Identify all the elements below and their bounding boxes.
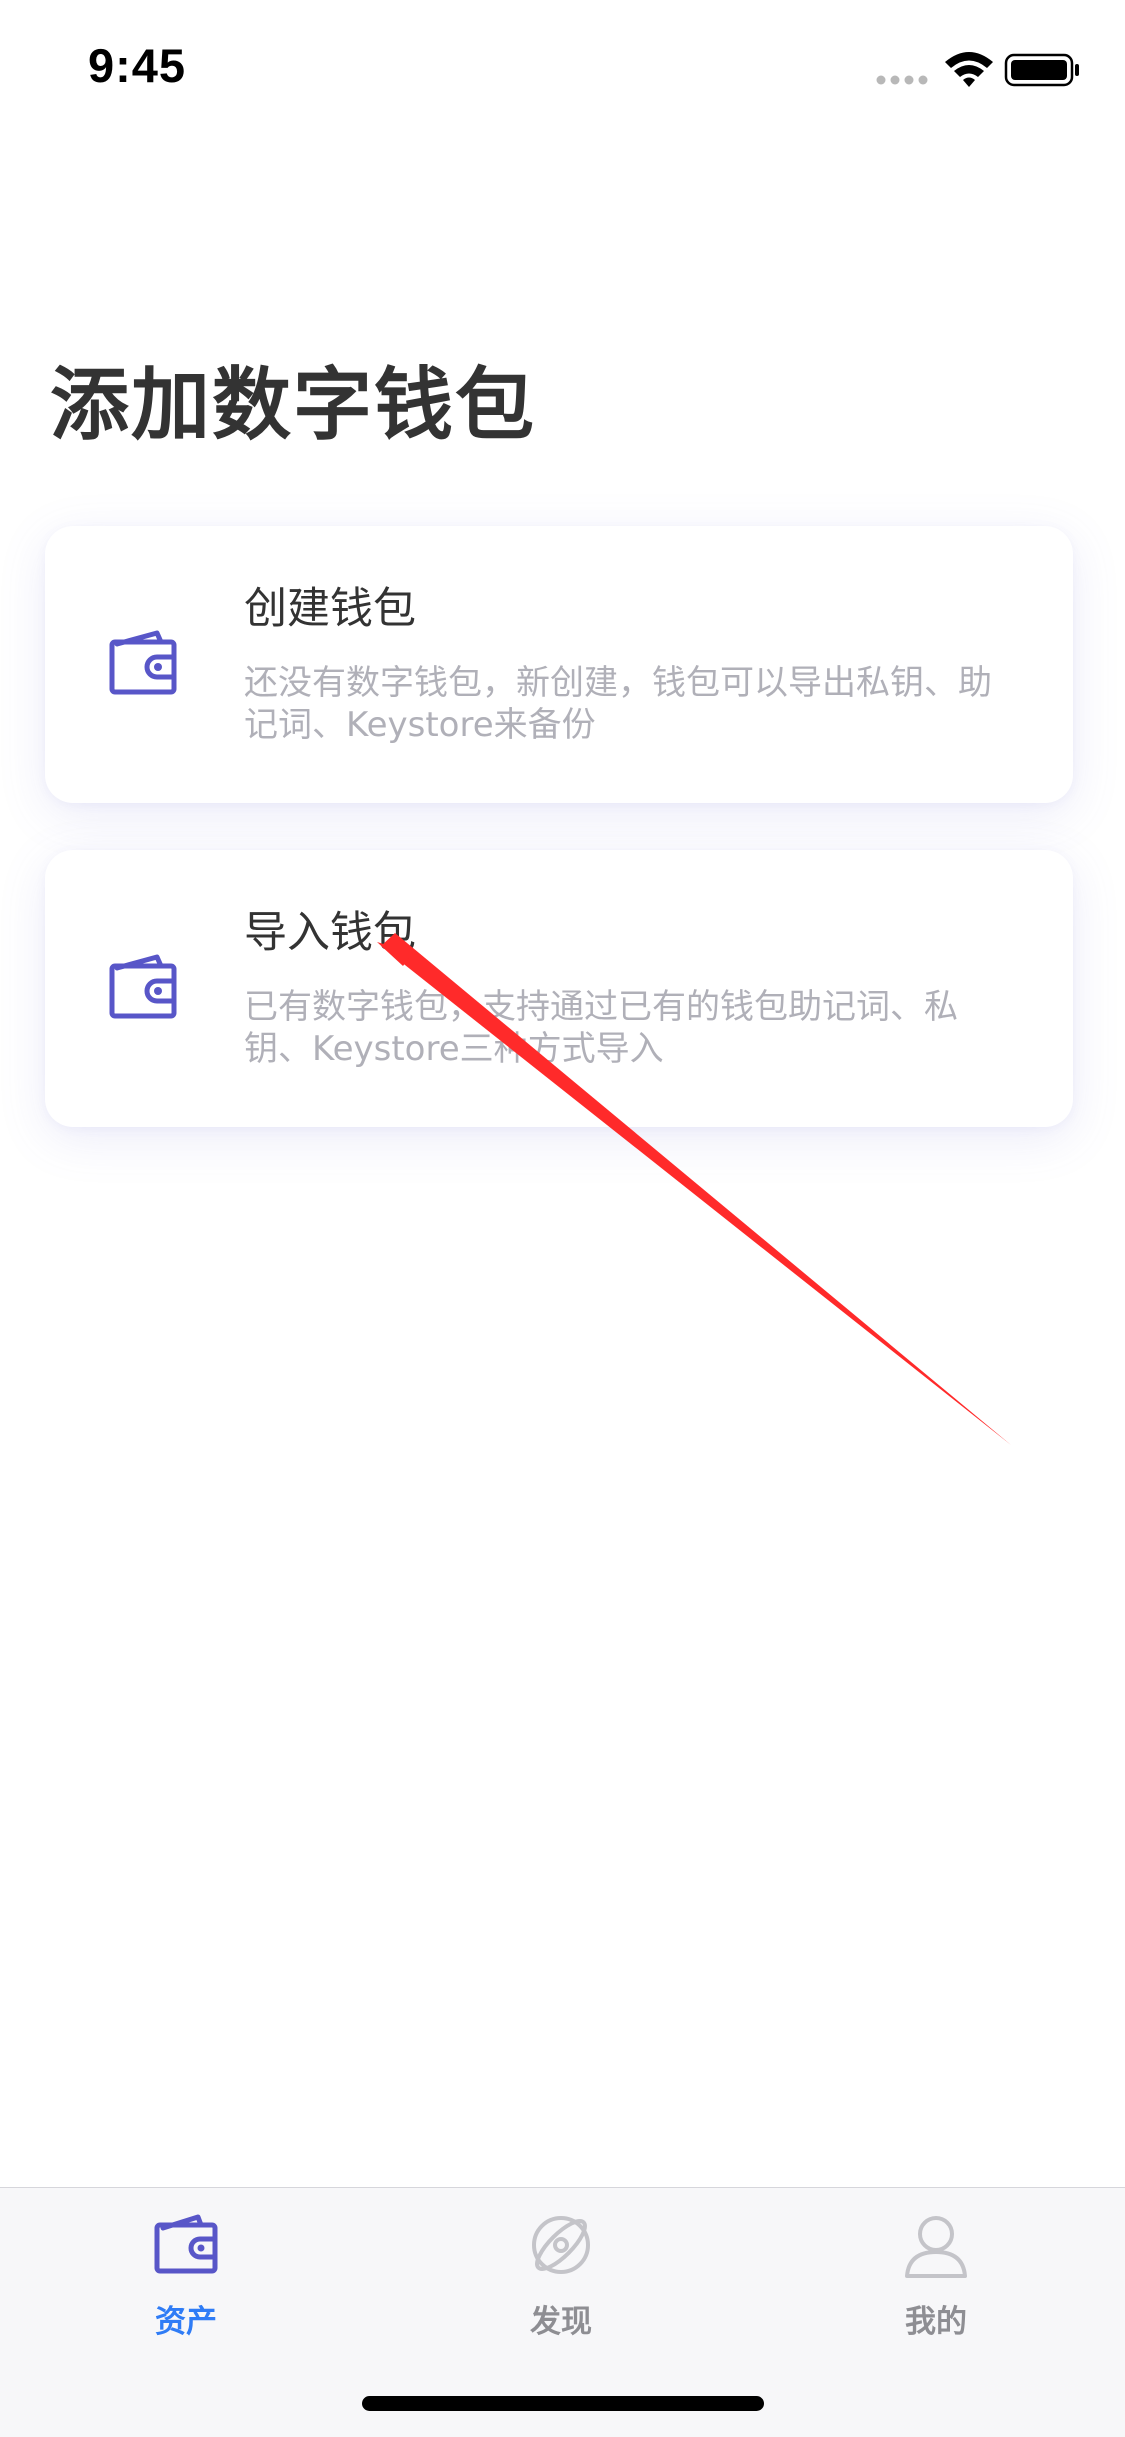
tab-mine[interactable]: 我的	[826, 2210, 1046, 2350]
wallet-icon	[107, 628, 179, 700]
wifi-icon	[945, 52, 993, 87]
user-icon	[905, 2216, 967, 2278]
home-indicator	[362, 2396, 764, 2411]
page-title: 添加数字钱包	[50, 359, 536, 451]
wallet-icon	[154, 2214, 218, 2274]
signal-dots-icon	[876, 75, 928, 85]
tab-mine-label: 我的	[905, 2304, 967, 2340]
import-wallet-card[interactable]: 导入钱包 已有数字钱包，支持通过已有的钱包助记词、私钥、Keystore三种方式…	[45, 850, 1073, 1127]
tab-discover[interactable]: 发现	[451, 2210, 671, 2350]
create-wallet-card[interactable]: 创建钱包 还没有数字钱包，新创建，钱包可以导出私钥、助记词、Keystore来备…	[45, 526, 1073, 803]
import-wallet-title: 导入钱包	[244, 908, 416, 958]
battery-icon	[1004, 53, 1079, 87]
tab-assets-label: 资产	[155, 2304, 217, 2340]
import-wallet-description: 已有数字钱包，支持通过已有的钱包助记词、私钥、Keystore三种方式导入	[244, 987, 958, 1069]
wallet-icon	[107, 952, 179, 1024]
create-wallet-title: 创建钱包	[244, 584, 416, 634]
status-icons	[876, 52, 1079, 87]
tab-assets[interactable]: 资产	[76, 2210, 296, 2350]
tab-discover-label: 发现	[530, 2304, 592, 2340]
status-bar: 9:45	[0, 0, 1125, 130]
compass-icon	[532, 2216, 590, 2274]
status-time: 9:45	[88, 39, 187, 92]
create-wallet-description: 还没有数字钱包，新创建，钱包可以导出私钥、助记词、Keystore来备份	[244, 663, 992, 745]
